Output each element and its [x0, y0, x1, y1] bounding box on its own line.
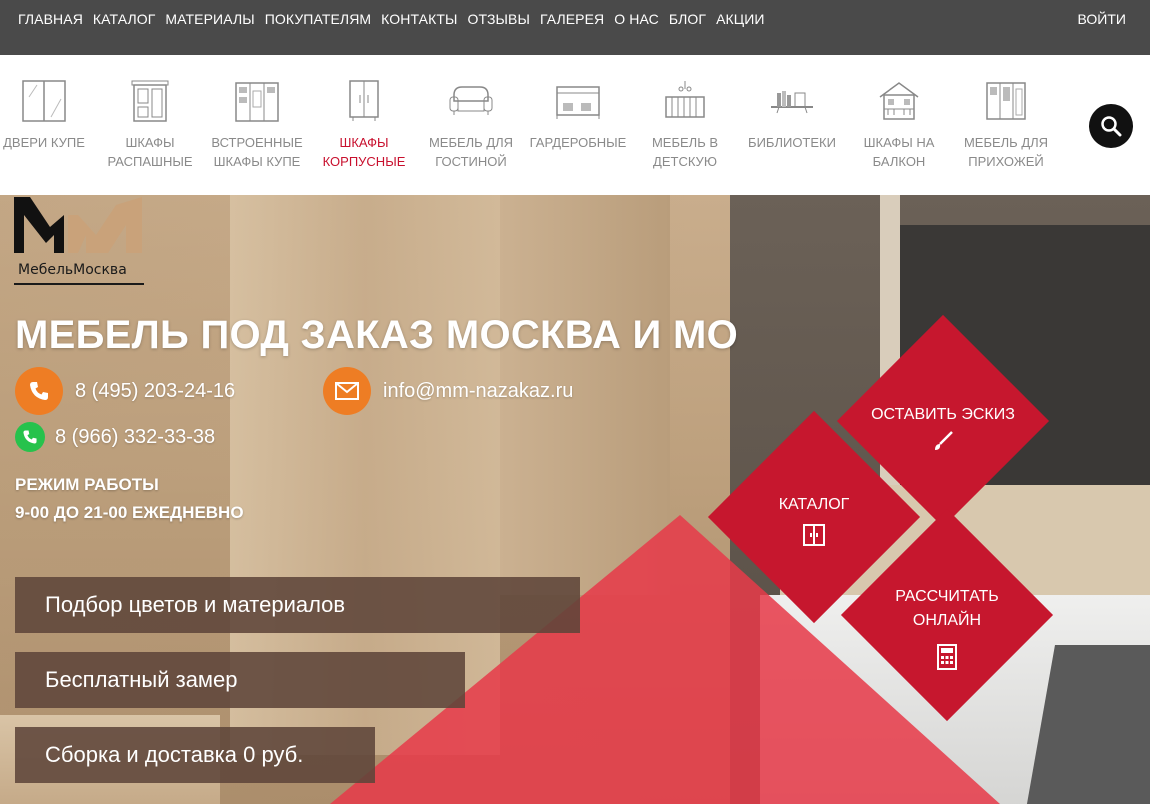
catalog-label: КАТАЛОГ — [778, 496, 850, 513]
phone-primary-number: 8 (495) 203-24-16 — [75, 379, 236, 402]
email-address: info@mm-nazakaz.ru — [383, 379, 574, 402]
bookshelf-icon — [771, 91, 813, 114]
balcony-house-icon — [879, 82, 919, 120]
top-navigation-bar: ГЛАВНАЯ КАТАЛОГ МАТЕРИАЛЫ ПОКУПАТЕЛЯМ КО… — [0, 0, 1150, 55]
calculator-icon — [937, 644, 957, 670]
logo-text: МебельМосква — [18, 262, 127, 278]
cabinet-wardrobe-icon — [349, 80, 379, 121]
sliding-door-icon — [22, 80, 66, 122]
calculate-online-label: РАССЧИТАТЬ ОНЛАЙН — [895, 588, 999, 629]
built-in-wardrobe-icon — [235, 82, 279, 122]
search-icon — [1101, 116, 1122, 137]
hero-banner: МебельМосква МЕБЕЛЬ ПОД ЗАКАЗ МОСКВА И М… — [0, 195, 1150, 804]
nav-promotions[interactable]: АКЦИИ — [716, 11, 764, 27]
category-bar: ДВЕРИ КУПЕ ШКАФЫ РАСПАШНЫЕ ВСТРОЕННЫЕ ШКАФ… — [0, 55, 1150, 195]
nav-blog[interactable]: БЛОГ — [669, 11, 706, 27]
crib-icon — [665, 81, 705, 118]
working-hours: РЕЖИМ РАБОТЫ 9-00 ДО 21-00 ЕЖЕДНЕВНО — [15, 471, 244, 527]
nav-materials[interactable]: МАТЕРИАЛЫ — [165, 11, 254, 27]
swing-wardrobe-icon — [131, 80, 169, 122]
feature-free-measurement: Бесплатный замер — [15, 652, 465, 708]
category-kids-furniture[interactable]: МЕБЕЛЬ В ДЕТСКУЮ — [631, 79, 739, 171]
main-menu: ГЛАВНАЯ КАТАЛОГ МАТЕРИАЛЫ ПОКУПАТЕЛЯМ КО… — [18, 11, 765, 27]
email-contact[interactable]: info@mm-nazakaz.ru — [323, 367, 573, 415]
wardrobe-icon — [803, 524, 825, 546]
envelope-icon — [323, 367, 371, 415]
category-libraries[interactable]: БИБЛИОТЕКИ — [738, 79, 846, 152]
whatsapp-icon — [15, 422, 45, 452]
feature-color-selection: Подбор цветов и материалов — [15, 577, 580, 633]
calculate-online-button[interactable]: РАССЧИТАТЬ ОНЛАЙН — [834, 508, 1060, 722]
dressing-room-icon — [556, 86, 600, 119]
search-button[interactable] — [1089, 104, 1133, 148]
brush-icon — [935, 431, 953, 450]
nav-customers[interactable]: ПОКУПАТЕЛЯМ — [265, 11, 371, 27]
phone-primary[interactable]: 8 (495) 203-24-16 — [15, 367, 235, 415]
leave-sketch-label: ОСТАВИТЬ ЭСКИЗ — [871, 406, 1015, 423]
logo-underline — [14, 283, 144, 285]
category-built-in-wardrobes[interactable]: ВСТРОЕННЫЕ ШКАФЫ КУПЕ — [203, 79, 311, 171]
category-balcony-wardrobes[interactable]: ШКАФЫ НА БАЛКОН — [845, 79, 953, 171]
category-living-room[interactable]: МЕБЕЛЬ ДЛЯ ГОСТИНОЙ — [417, 79, 525, 171]
nav-gallery[interactable]: ГАЛЕРЕЯ — [540, 11, 604, 27]
category-hallway-furniture[interactable]: МЕБЕЛЬ ДЛЯ ПРИХОЖЕЙ — [952, 79, 1060, 171]
category-swing-wardrobes[interactable]: ШКАФЫ РАСПАШНЫЕ — [96, 79, 204, 171]
category-sliding-doors[interactable]: ДВЕРИ КУПЕ — [0, 79, 98, 152]
nav-about[interactable]: О НАС — [614, 11, 659, 27]
login-link[interactable]: ВОЙТИ — [1078, 11, 1126, 27]
nav-contacts[interactable]: КОНТАКТЫ — [381, 11, 457, 27]
hallway-furniture-icon — [986, 82, 1026, 120]
working-hours-value: 9-00 ДО 21-00 ЕЖЕДНЕВНО — [15, 503, 244, 522]
phone-whatsapp-number: 8 (966) 332-33-38 — [55, 425, 216, 448]
nav-home[interactable]: ГЛАВНАЯ — [18, 11, 83, 27]
nav-catalog[interactable]: КАТАЛОГ — [93, 11, 156, 27]
phone-icon — [15, 367, 63, 415]
working-hours-title: РЕЖИМ РАБОТЫ — [15, 475, 159, 494]
sofa-icon — [449, 86, 493, 115]
page-title: МЕБЕЛЬ ПОД ЗАКАЗ МОСКВА И МО — [15, 313, 739, 357]
nav-reviews[interactable]: ОТЗЫВЫ — [468, 11, 530, 27]
feature-assembly-delivery: Сборка и доставка 0 руб. — [15, 727, 375, 783]
category-cabinet-wardrobes[interactable]: ШКАФЫ КОРПУСНЫЕ — [310, 79, 418, 171]
category-dressing-rooms[interactable]: ГАРДЕРОБНЫЕ — [524, 79, 632, 152]
phone-whatsapp[interactable]: 8 (966) 332-33-38 — [15, 422, 215, 452]
